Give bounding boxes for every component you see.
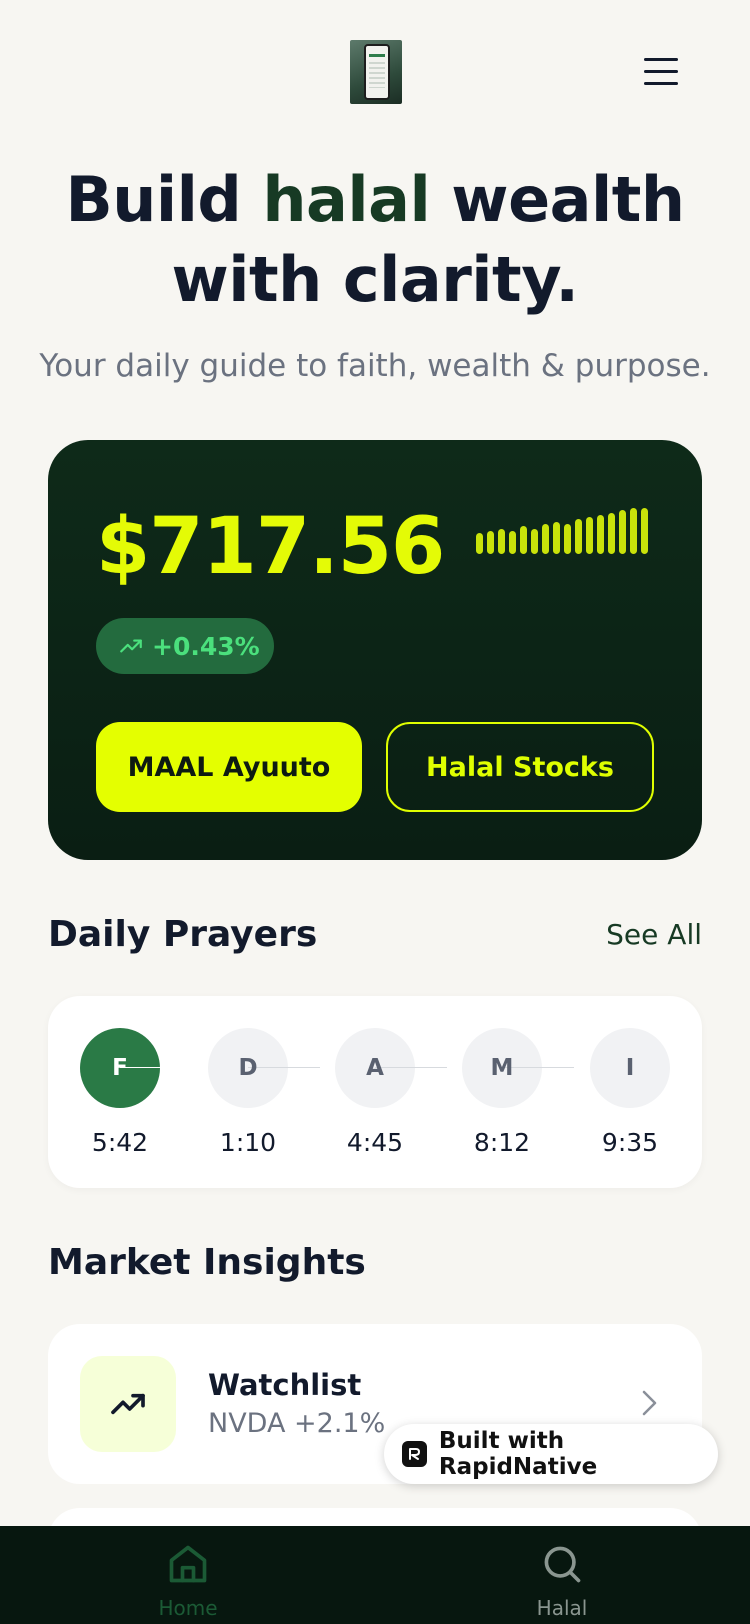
- sparkline-bar: [630, 508, 637, 554]
- sparkline-bar: [586, 517, 593, 554]
- insight-icon-container: [80, 1356, 176, 1452]
- app-header: [0, 0, 750, 130]
- balance-sparkline: [476, 506, 656, 554]
- balance-amount: $717.56: [96, 502, 445, 592]
- sparkline-bar: [575, 519, 582, 554]
- change-badge: +0.43%: [96, 618, 274, 674]
- prayer-circle: D: [208, 1028, 320, 1108]
- prayer-letter: M: [490, 1055, 514, 1081]
- app-logo[interactable]: [350, 40, 402, 104]
- hero-title-part2: wealth: [430, 163, 685, 236]
- prayer-item-fajr[interactable]: F 5:42: [80, 1028, 192, 1157]
- sparkline-bar: [476, 533, 483, 554]
- sparkline-bar: [509, 531, 516, 554]
- sparkline-bar: [619, 510, 626, 554]
- search-icon: [544, 1546, 581, 1583]
- see-all-link[interactable]: See All: [606, 918, 702, 951]
- menu-button[interactable]: [640, 54, 682, 88]
- prayer-time: 5:42: [91, 1128, 149, 1157]
- prayer-times-card: F 5:42 D 1:10 A 4:45 M 8:12 I 9:35: [48, 996, 702, 1188]
- hero-title: Build halal wealth with clarity.: [0, 160, 750, 320]
- hero-title-accent: halal: [262, 163, 431, 236]
- halal-stocks-button[interactable]: Halal Stocks: [386, 722, 654, 812]
- watchlist-subtitle: NVDA +2.1%: [208, 1408, 386, 1439]
- menu-icon-line: [644, 70, 678, 73]
- prayer-item-asr[interactable]: A 4:45: [335, 1028, 447, 1157]
- sparkline-bar: [553, 522, 560, 554]
- built-with-badge[interactable]: Built with RapidNative: [384, 1424, 718, 1484]
- hero-title-line2: with clarity.: [171, 243, 579, 316]
- tab-home-label: Home: [158, 1596, 218, 1620]
- menu-icon-line: [644, 82, 678, 85]
- prayer-letter: I: [625, 1055, 635, 1081]
- sparkline-bar: [498, 529, 505, 554]
- rapidnative-logo-icon: [402, 1441, 427, 1467]
- bottom-tab-bar: Home Halal: [0, 1526, 750, 1624]
- tab-home[interactable]: Home: [118, 1526, 258, 1624]
- daily-prayers-title: Daily Prayers: [48, 914, 318, 955]
- prayer-circle: I: [590, 1028, 670, 1108]
- hero-subtitle: Your daily guide to faith, wealth & purp…: [39, 348, 711, 384]
- prayer-time: 1:10: [219, 1128, 277, 1157]
- chevron-right-icon: [642, 1390, 657, 1416]
- prayer-time: 8:12: [473, 1128, 531, 1157]
- prayer-time: 9:35: [601, 1128, 659, 1157]
- prayer-letter: A: [366, 1055, 384, 1081]
- market-insights-title: Market Insights: [48, 1242, 366, 1283]
- sparkline-bar: [608, 513, 615, 554]
- prayer-item-isha[interactable]: I 9:35: [590, 1028, 670, 1157]
- sparkline-bar: [564, 524, 571, 554]
- trending-up-icon: [120, 639, 142, 653]
- watchlist-title: Watchlist: [208, 1368, 362, 1402]
- prayer-time: 4:45: [346, 1128, 404, 1157]
- sparkline-bar: [487, 531, 494, 554]
- menu-icon-line: [644, 58, 678, 61]
- change-value: +0.43%: [152, 631, 260, 661]
- maal-ayuuto-button[interactable]: MAAL Ayuuto: [96, 722, 362, 812]
- trending-up-icon: [111, 1393, 145, 1415]
- prayer-circle: M: [462, 1028, 574, 1108]
- prayer-item-maghrib[interactable]: M 8:12: [462, 1028, 574, 1157]
- sparkline-bar: [542, 524, 549, 554]
- prayer-letter: D: [238, 1055, 258, 1081]
- prayer-circle: A: [335, 1028, 447, 1108]
- sparkline-bar: [641, 508, 648, 554]
- sparkline-bar: [597, 515, 604, 554]
- tab-halal-label: Halal: [536, 1596, 588, 1620]
- prayer-item-dhuhr[interactable]: D 1:10: [208, 1028, 320, 1157]
- sparkline-bar: [531, 529, 538, 554]
- hero-title-part1: Build: [65, 163, 263, 236]
- balance-card: $717.56 +0.43% MAAL Ayuuto Halal Stocks: [48, 440, 702, 860]
- home-icon: [169, 1545, 207, 1583]
- tab-halal[interactable]: Halal: [492, 1526, 632, 1624]
- prayer-circle: F: [80, 1028, 192, 1108]
- sparkline-bar: [520, 526, 527, 554]
- prayer-letter: F: [112, 1055, 128, 1081]
- built-with-text: Built with RapidNative: [438, 1428, 598, 1480]
